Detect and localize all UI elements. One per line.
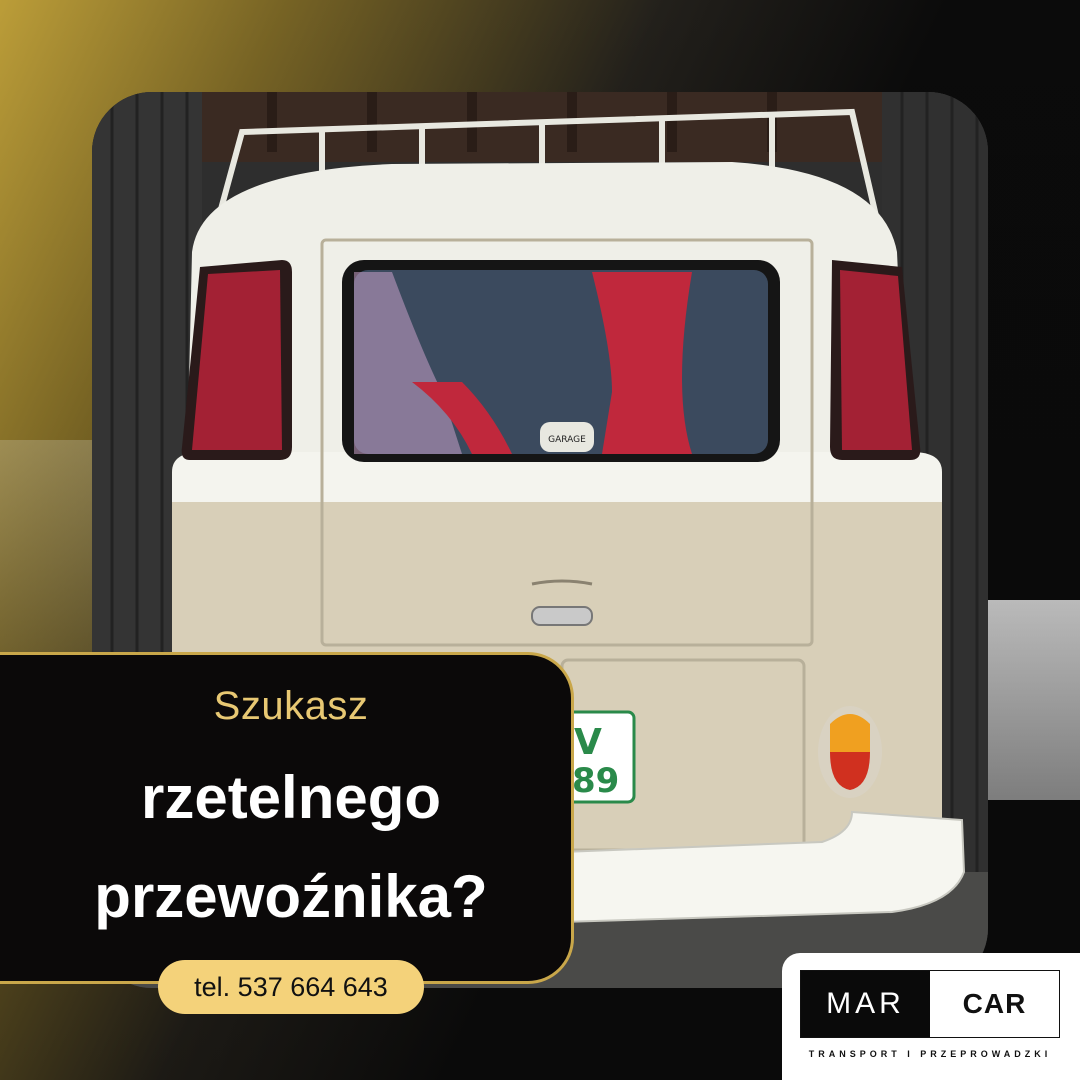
logo-tagline: TRANSPORT I PRZEPROWADZKI (808, 1049, 1052, 1059)
background-truck (985, 600, 1080, 800)
logo-mar: MAR (801, 971, 930, 1037)
kicker-text: Szukasz (213, 684, 369, 728)
garage-badge: GARAGE (548, 435, 586, 445)
headline-line-2: przewoźnika? (94, 863, 488, 930)
logo-car: CAR (962, 988, 1027, 1019)
headline-line-1: rzetelnego (140, 764, 442, 831)
phone-number: tel. 537 664 643 (194, 971, 388, 1002)
logo: MAR CAR (800, 970, 1060, 1038)
phone-pill[interactable]: tel. 537 664 643 (158, 960, 424, 1014)
